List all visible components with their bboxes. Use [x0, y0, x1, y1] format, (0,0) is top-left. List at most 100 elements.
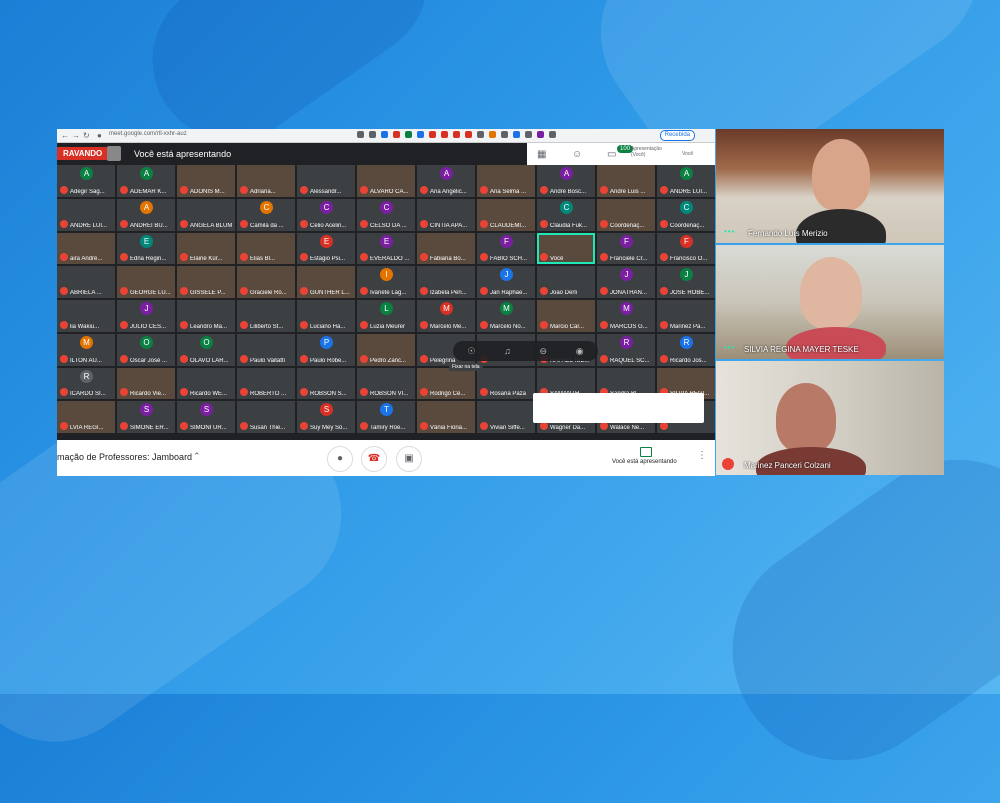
- people-icon[interactable]: ☺: [572, 149, 582, 160]
- participant-tile[interactable]: J JONATHAN...: [597, 266, 655, 298]
- layout-grid-icon[interactable]: ▦: [537, 149, 546, 160]
- participant-tile[interactable]: CINTIA APA...: [417, 198, 475, 231]
- participant-tile[interactable]: F Franciele Cr...: [597, 232, 655, 265]
- participant-tile[interactable]: F Francisco O...: [657, 232, 715, 265]
- extension-icon[interactable]: [381, 131, 388, 138]
- star-icon[interactable]: [369, 131, 376, 138]
- extension-icon[interactable]: [537, 131, 544, 138]
- participant-tile[interactable]: ANDRE LUI...: [57, 198, 115, 231]
- participant-tile[interactable]: A Adegir Sag...: [57, 165, 115, 197]
- extension-icon[interactable]: [417, 131, 424, 138]
- participant-tile[interactable]: M MARCOS G...: [597, 300, 655, 332]
- participant-tile[interactable]: Ana Selma ...: [477, 165, 535, 197]
- extension-icon[interactable]: [405, 131, 412, 138]
- participant-tile[interactable]: Você: [537, 232, 595, 265]
- participant-tile[interactable]: Vivian Siffe...: [477, 401, 535, 433]
- participant-tile[interactable]: M Marcelo Me...: [417, 300, 475, 332]
- participant-tile[interactable]: Marinez Pa...: [657, 300, 715, 332]
- participant-tile[interactable]: R Ricardo Jos...: [657, 333, 715, 366]
- participant-tile[interactable]: Andre Luis ...: [597, 165, 655, 197]
- participant-tile[interactable]: Paulo Vaitatti: [237, 333, 295, 366]
- participant-tile[interactable]: ABRIELA ...: [57, 266, 115, 298]
- extension-icon[interactable]: [549, 131, 556, 138]
- participant-tile[interactable]: lia Wakiu...: [57, 300, 115, 332]
- participant-tile[interactable]: O OLAVO LAR...: [177, 333, 235, 366]
- extension-icon[interactable]: [441, 131, 448, 138]
- participant-tile[interactable]: LVIA REGI...: [57, 401, 115, 433]
- chevron-up-icon[interactable]: ⌃: [193, 451, 201, 462]
- present-screen-icon[interactable]: [640, 447, 652, 457]
- end-call-button[interactable]: ☎: [361, 446, 387, 472]
- pin-icon[interactable]: ☉: [467, 346, 475, 357]
- participant-tile[interactable]: F FABIO SCH...: [477, 232, 535, 265]
- participant-tile[interactable]: Elias Bl...: [237, 232, 295, 265]
- participant-tile[interactable]: A ADEMAR K...: [117, 165, 175, 197]
- participant-tile[interactable]: C CELSO DA ...: [357, 198, 415, 231]
- microphone-button[interactable]: ●: [327, 446, 353, 472]
- participant-tile[interactable]: C Coordenaç...: [657, 198, 715, 231]
- extension-icon[interactable]: [429, 131, 436, 138]
- participant-tile[interactable]: E Estágio Psi...: [297, 232, 355, 265]
- participant-tile[interactable]: R ICARDO SI...: [57, 367, 115, 400]
- participant-tile[interactable]: T Tamiry Roe...: [357, 401, 415, 433]
- chat-icon[interactable]: ▭: [607, 149, 616, 160]
- participant-tile[interactable]: Alessandr...: [297, 165, 355, 197]
- participant-tile[interactable]: A Ana Angélic...: [417, 165, 475, 197]
- participant-tile[interactable]: J JULIO CES...: [117, 300, 175, 332]
- extension-icon[interactable]: [393, 131, 400, 138]
- participant-tile[interactable]: Ricardo WE...: [177, 367, 235, 400]
- participant-tile[interactable]: P Paulo Robe...: [297, 333, 355, 366]
- extension-icon[interactable]: [453, 131, 460, 138]
- participant-tile[interactable]: M ILTON AU...: [57, 333, 115, 366]
- participant-tile[interactable]: C Claudia Fuk...: [537, 198, 595, 231]
- extension-icon[interactable]: [525, 131, 532, 138]
- participant-tile[interactable]: Vânia Fioria...: [417, 401, 475, 433]
- participant-tile[interactable]: Adriana...: [237, 165, 295, 197]
- participant-tile[interactable]: Ricardo Vie...: [117, 367, 175, 400]
- participant-tile[interactable]: João Derli: [537, 266, 595, 298]
- participant-tile[interactable]: Leandro Ma...: [177, 300, 235, 332]
- participant-tile[interactable]: ROBSON S...: [297, 367, 355, 400]
- camera-tile[interactable]: Marinez Panceri Colzani: [716, 361, 944, 475]
- camera-tile[interactable]: ••• SILVIA REGINA MAYER TESKE: [716, 245, 944, 359]
- extension-icon[interactable]: [465, 131, 472, 138]
- participant-tile[interactable]: aira André...: [57, 232, 115, 265]
- participant-tile[interactable]: O Oscar José ...: [117, 333, 175, 366]
- participant-tile[interactable]: L Luzia Meurer: [357, 300, 415, 332]
- participant-tile[interactable]: S SIMONE ER...: [117, 401, 175, 433]
- reload-icon[interactable]: ↻: [83, 131, 90, 140]
- meeting-title[interactable]: mação de Professores: Jamboard: [57, 452, 192, 462]
- participant-tile[interactable]: Coordenaç...: [597, 198, 655, 231]
- participant-tile[interactable]: GISSELE P...: [177, 266, 235, 298]
- participant-tile[interactable]: S SIMONI UR...: [177, 401, 235, 433]
- participant-tile[interactable]: E EVERALDO ...: [357, 232, 415, 265]
- participant-tile[interactable]: J Jan Raphae...: [477, 266, 535, 298]
- participant-tile[interactable]: R RAQUEL SC...: [597, 333, 655, 366]
- participant-tile[interactable]: GEORGE LU...: [117, 266, 175, 298]
- participant-tile[interactable]: Izabela Pen...: [417, 266, 475, 298]
- profile-button[interactable]: Recebida: [659, 130, 695, 141]
- forward-icon[interactable]: →: [72, 131, 80, 140]
- remove-icon[interactable]: ⊖: [540, 346, 548, 357]
- participant-tile[interactable]: Elaine Kür...: [177, 232, 235, 265]
- camera-button[interactable]: ▣: [396, 446, 422, 472]
- participant-tile[interactable]: Luciano Ha...: [297, 300, 355, 332]
- extension-icon[interactable]: [477, 131, 484, 138]
- participant-tile[interactable]: S Suy Mey So...: [297, 401, 355, 433]
- view-icon[interactable]: ◉: [576, 346, 584, 357]
- participant-tile[interactable]: Pedro Zanc...: [357, 333, 415, 366]
- back-icon[interactable]: ←: [61, 131, 69, 140]
- camera-tile[interactable]: ••• Fernando Luís Merizio: [716, 129, 944, 243]
- participant-tile[interactable]: A ANDREI BU...: [117, 198, 175, 231]
- participant-tile[interactable]: ROBSON VI...: [357, 367, 415, 400]
- participant-tile[interactable]: ROBERTO ...: [237, 367, 295, 400]
- participant-tile[interactable]: ANGELA BLUM: [177, 198, 235, 231]
- participant-tile[interactable]: A ANDRE LUI...: [657, 165, 715, 197]
- url-text[interactable]: meet.google.com/rtl-xxhr-auz: [109, 131, 187, 137]
- participant-tile[interactable]: Rosana Paza: [477, 367, 535, 400]
- extension-icon[interactable]: [501, 131, 508, 138]
- participant-tile[interactable]: M Marcelo No...: [477, 300, 535, 332]
- participant-tile[interactable]: GUNTHER L...: [297, 266, 355, 298]
- participant-tile[interactable]: Susan Thie...: [237, 401, 295, 433]
- participant-tile[interactable]: CLAUDEMI...: [477, 198, 535, 231]
